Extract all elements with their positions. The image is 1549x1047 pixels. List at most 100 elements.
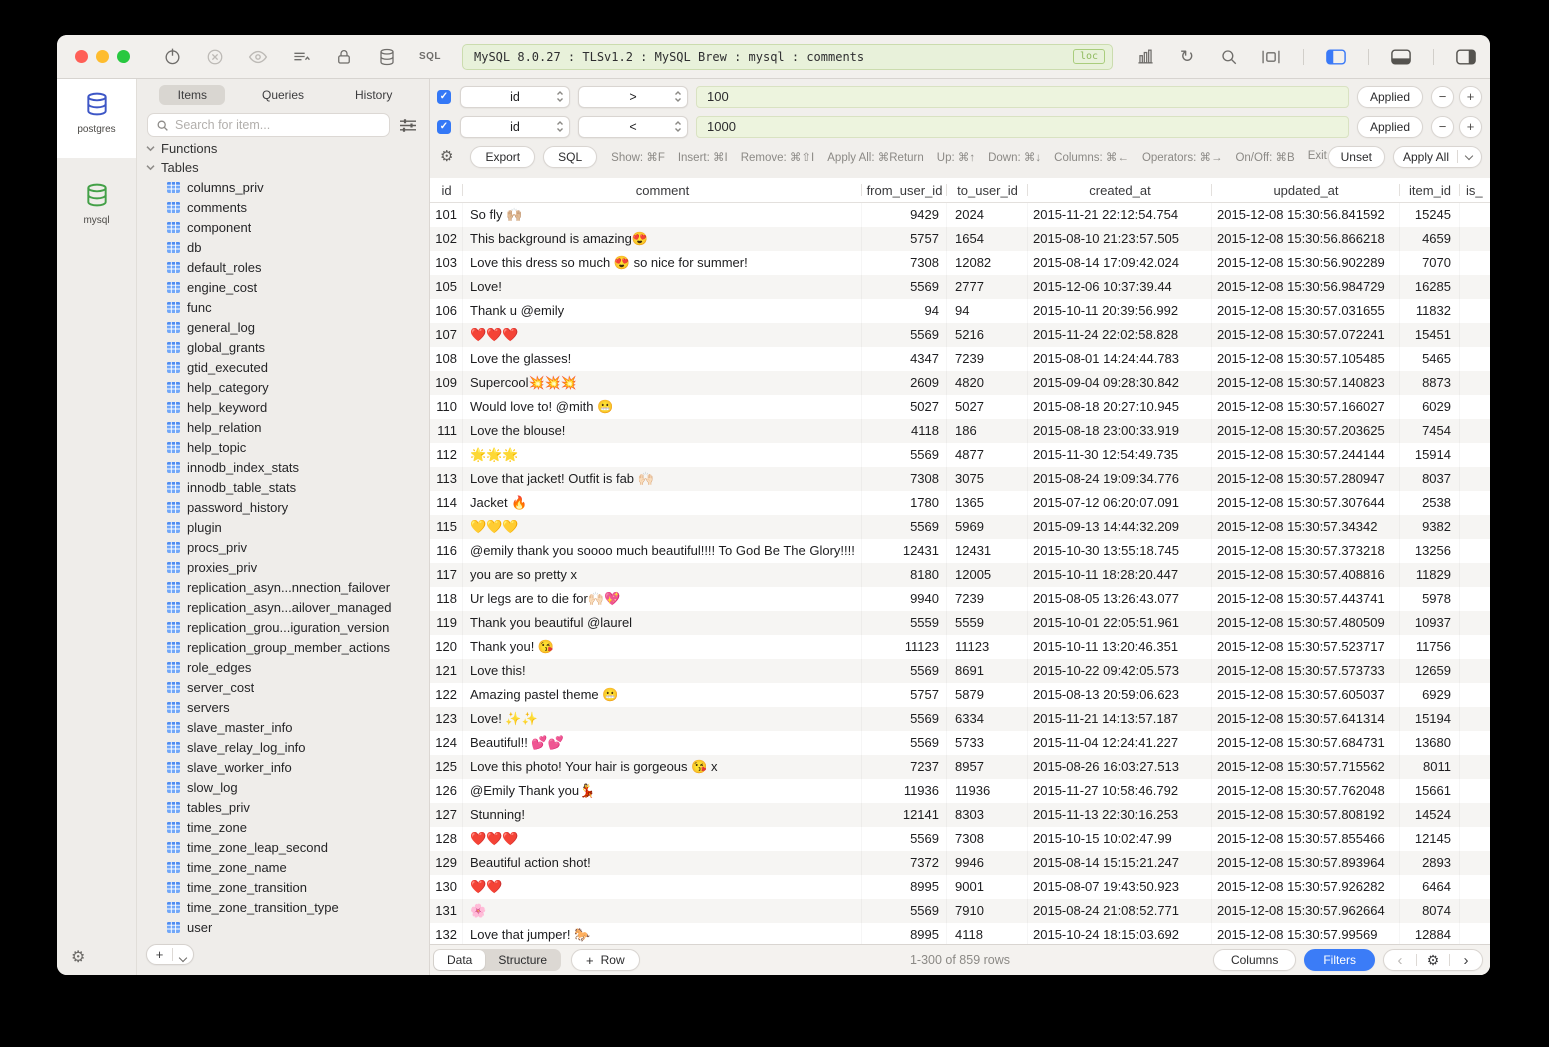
cell-updated_at[interactable]: 2015-12-08 15:30:57.855466 (1212, 827, 1400, 851)
cell-to_user_id[interactable]: 7308 (947, 827, 1028, 851)
sidebar-table-item[interactable]: default_roles (137, 257, 429, 277)
pending-changes-icon[interactable] (291, 47, 311, 67)
cell-id[interactable]: 120 (430, 635, 463, 659)
cell-id[interactable]: 106 (430, 299, 463, 323)
cell-updated_at[interactable]: 2015-12-08 15:30:57.715562 (1212, 755, 1400, 779)
cell-item_id[interactable]: 12884 (1400, 923, 1460, 944)
cell-item_id[interactable]: 7454 (1400, 419, 1460, 443)
cell-comment[interactable]: Beautiful!! 💕💕 (463, 731, 862, 755)
cell-updated_at[interactable]: 2015-12-08 15:30:57.166027 (1212, 395, 1400, 419)
cell-from_user_id[interactable]: 1780 (862, 491, 947, 515)
cell-to_user_id[interactable]: 5559 (947, 611, 1028, 635)
cell-id[interactable]: 123 (430, 707, 463, 731)
cell-item_id[interactable]: 8011 (1400, 755, 1460, 779)
cell-is[interactable] (1460, 275, 1490, 299)
cell-created_at[interactable]: 2015-08-18 20:27:10.945 (1028, 395, 1212, 419)
cell-to_user_id[interactable]: 6334 (947, 707, 1028, 731)
cell-id[interactable]: 109 (430, 371, 463, 395)
cell-item_id[interactable]: 6029 (1400, 395, 1460, 419)
sidebar-table-item[interactable]: time_zone_leap_second (137, 837, 429, 857)
filter-column-select[interactable]: id (460, 86, 570, 108)
sidebar-table-item[interactable]: slave_master_info (137, 717, 429, 737)
cell-to_user_id[interactable]: 5216 (947, 323, 1028, 347)
cell-item_id[interactable]: 13256 (1400, 539, 1460, 563)
cell-comment[interactable]: Thank you! 😘 (463, 635, 862, 659)
cell-comment[interactable]: This background is amazing😍 (463, 227, 862, 251)
cell-created_at[interactable]: 2015-11-21 14:13:57.187 (1028, 707, 1212, 731)
sidebar-table-item[interactable]: replication_group_member_actions (137, 637, 429, 657)
cell-created_at[interactable]: 2015-10-15 10:02:47.99 (1028, 827, 1212, 851)
cell-item_id[interactable]: 5465 (1400, 347, 1460, 371)
cell-updated_at[interactable]: 2015-12-08 15:30:57.99569 (1212, 923, 1400, 944)
cell-from_user_id[interactable]: 7308 (862, 251, 947, 275)
add-row-button[interactable]: + Row (571, 949, 640, 971)
cell-to_user_id[interactable]: 11123 (947, 635, 1028, 659)
cell-from_user_id[interactable]: 5569 (862, 899, 947, 923)
cell-item_id[interactable]: 13680 (1400, 731, 1460, 755)
cell-is[interactable] (1460, 683, 1490, 707)
cell-comment[interactable]: Love! ✨✨ (463, 707, 862, 731)
close-window-button[interactable] (75, 50, 88, 63)
sidebar-table-item[interactable]: servers (137, 697, 429, 717)
cell-from_user_id[interactable]: 5027 (862, 395, 947, 419)
cell-comment[interactable]: Love the glasses! (463, 347, 862, 371)
cell-is[interactable] (1460, 443, 1490, 467)
cell-is[interactable] (1460, 635, 1490, 659)
cell-to_user_id[interactable]: 12082 (947, 251, 1028, 275)
cell-is[interactable] (1460, 347, 1490, 371)
cell-comment[interactable]: @emily thank you soooo much beautiful!!!… (463, 539, 862, 563)
cell-updated_at[interactable]: 2015-12-08 15:30:57.443741 (1212, 587, 1400, 611)
cell-to_user_id[interactable]: 2777 (947, 275, 1028, 299)
table-row[interactable]: 113Love that jacket! Outfit is fab 🙌🏻730… (430, 467, 1490, 491)
tab-data[interactable]: Data (434, 950, 485, 970)
cell-is[interactable] (1460, 491, 1490, 515)
cell-to_user_id[interactable]: 7239 (947, 587, 1028, 611)
cell-id[interactable]: 121 (430, 659, 463, 683)
cell-item_id[interactable]: 4659 (1400, 227, 1460, 251)
connect-icon[interactable] (162, 47, 182, 67)
cell-comment[interactable]: Love the blouse! (463, 419, 862, 443)
table-row[interactable]: 132Love that jumper! 🐎899541182015-10-24… (430, 923, 1490, 944)
cell-item_id[interactable]: 16285 (1400, 275, 1460, 299)
cell-created_at[interactable]: 2015-10-01 22:05:51.961 (1028, 611, 1212, 635)
cell-updated_at[interactable]: 2015-12-08 15:30:57.031655 (1212, 299, 1400, 323)
cell-from_user_id[interactable]: 9940 (862, 587, 947, 611)
cell-item_id[interactable]: 14524 (1400, 803, 1460, 827)
cell-item_id[interactable]: 12659 (1400, 659, 1460, 683)
cell-updated_at[interactable]: 2015-12-08 15:30:57.203625 (1212, 419, 1400, 443)
cell-to_user_id[interactable]: 4820 (947, 371, 1028, 395)
cell-updated_at[interactable]: 2015-12-08 15:30:57.605037 (1212, 683, 1400, 707)
cell-updated_at[interactable]: 2015-12-08 15:30:56.902289 (1212, 251, 1400, 275)
cell-comment[interactable]: Amazing pastel theme 😬 (463, 683, 862, 707)
sidebar-table-item[interactable]: slave_worker_info (137, 757, 429, 777)
sidebar-table-item[interactable]: func (137, 297, 429, 317)
cell-is[interactable] (1460, 707, 1490, 731)
cell-to_user_id[interactable]: 9001 (947, 875, 1028, 899)
table-row[interactable]: 127Stunning!1214183032015-11-13 22:30:16… (430, 803, 1490, 827)
cell-updated_at[interactable]: 2015-12-08 15:30:57.480509 (1212, 611, 1400, 635)
cell-comment[interactable]: ❤️❤️❤️ (463, 323, 862, 347)
sidebar-table-item[interactable]: password_history (137, 497, 429, 517)
cell-to_user_id[interactable]: 7910 (947, 899, 1028, 923)
cell-to_user_id[interactable]: 11936 (947, 779, 1028, 803)
cell-id[interactable]: 107 (430, 323, 463, 347)
cell-item_id[interactable]: 8074 (1400, 899, 1460, 923)
column-header-created_at[interactable]: created_at (1028, 178, 1212, 202)
sidebar-table-item[interactable]: innodb_index_stats (137, 457, 429, 477)
refresh-icon[interactable]: ↻ (1177, 47, 1197, 67)
cell-item_id[interactable]: 15451 (1400, 323, 1460, 347)
cell-from_user_id[interactable]: 11123 (862, 635, 947, 659)
column-header-item_id[interactable]: item_id (1400, 178, 1460, 202)
cell-from_user_id[interactable]: 5569 (862, 323, 947, 347)
sidebar-table-item[interactable]: proxies_priv (137, 557, 429, 577)
cell-updated_at[interactable]: 2015-12-08 15:30:57.408816 (1212, 563, 1400, 587)
cell-id[interactable]: 112 (430, 443, 463, 467)
cell-is[interactable] (1460, 515, 1490, 539)
add-filter-button[interactable]: + (1459, 86, 1482, 108)
cell-is[interactable] (1460, 779, 1490, 803)
cell-to_user_id[interactable]: 1365 (947, 491, 1028, 515)
cell-from_user_id[interactable]: 5569 (862, 275, 947, 299)
cell-id[interactable]: 101 (430, 203, 463, 227)
unset-button[interactable]: Unset (1328, 146, 1385, 168)
cell-updated_at[interactable]: 2015-12-08 15:30:57.893964 (1212, 851, 1400, 875)
